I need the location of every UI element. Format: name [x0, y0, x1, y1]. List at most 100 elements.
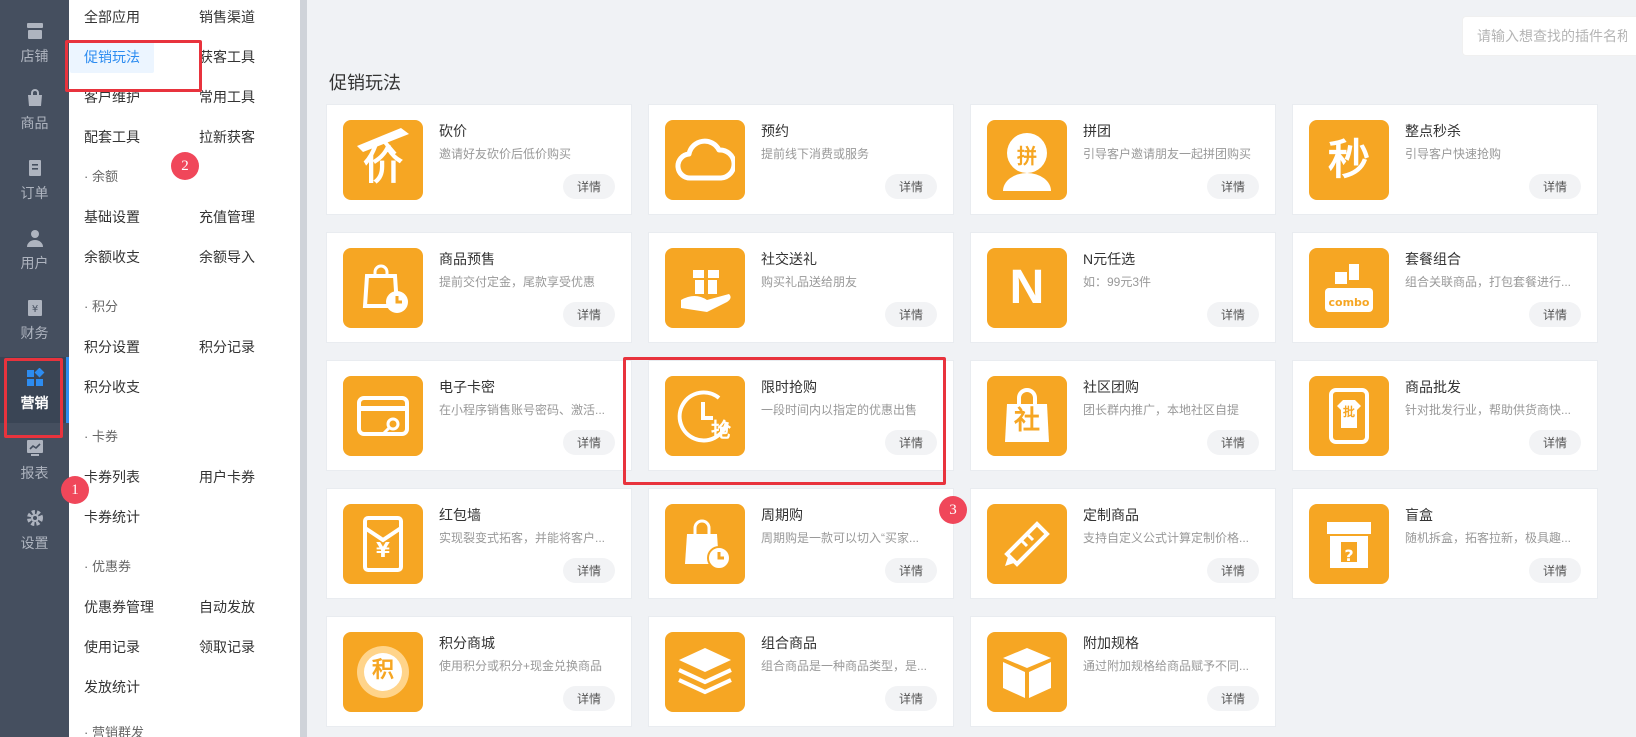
detail-button[interactable]: 详情: [563, 558, 615, 583]
detail-button[interactable]: 详情: [1529, 558, 1581, 583]
submenu-group-cards: · 卡券: [84, 429, 118, 444]
plugin-card-periodic[interactable]: 周期购 周期购是一款可以切入“买家... 详情: [648, 488, 954, 599]
card-title: 商品预售: [439, 251, 495, 267]
card-description: 支持自定义公式计算定制价格...: [1083, 531, 1250, 545]
card-description: 组合商品是一种商品类型，是...: [761, 659, 928, 673]
rail-item-label: 商品: [20, 114, 49, 131]
settings-icon: [25, 508, 45, 528]
detail-button[interactable]: 详情: [885, 302, 937, 327]
plugin-card-social-gift[interactable]: 社交送礼 购买礼品送给朋友 详情: [648, 232, 954, 343]
submenu-item[interactable]: 充值管理: [199, 207, 255, 227]
wholesale-icon: 批: [1309, 376, 1389, 456]
card-title: 社区团购: [1083, 379, 1139, 395]
submenu-item[interactable]: 获客工具: [199, 47, 255, 67]
plugin-card-extra-spec[interactable]: 附加规格 通过附加规格给商品赋予不同... 详情: [970, 616, 1276, 727]
detail-button[interactable]: 详情: [1529, 174, 1581, 199]
card-title: 整点秒杀: [1405, 123, 1461, 139]
detail-button[interactable]: 详情: [1207, 686, 1259, 711]
flash-sale-icon: 秒: [1309, 120, 1389, 200]
rail-item-store[interactable]: 店铺: [0, 10, 69, 76]
submenu-item[interactable]: 用户卡券: [199, 467, 255, 487]
card-key-icon: [343, 376, 423, 456]
card-description: 组合关联商品，打包套餐进行...: [1405, 275, 1572, 289]
submenu-item[interactable]: 配套工具: [84, 127, 140, 147]
detail-button[interactable]: 详情: [885, 686, 937, 711]
submenu-item[interactable]: 积分收支: [84, 377, 140, 397]
submenu-group-coupons: · 优惠券: [84, 559, 131, 574]
submenu-group-points: · 积分: [84, 299, 118, 314]
plugin-card-card-key[interactable]: 电子卡密 在小程序销售账号密码、激活... 详情: [326, 360, 632, 471]
annotation-marker-3: 3: [939, 496, 967, 524]
card-description: 如：99元3件: [1083, 275, 1152, 289]
finance-icon: ¥: [25, 298, 45, 318]
gift-icon: [665, 248, 745, 328]
plugin-card-presale[interactable]: 商品预售 提前交付定金，尾款享受优惠 详情: [326, 232, 632, 343]
plugin-card-n-yuan[interactable]: N N元任选 如：99元3件 详情: [970, 232, 1276, 343]
submenu-item[interactable]: 领取记录: [199, 637, 255, 657]
submenu-item[interactable]: 发放统计: [84, 677, 140, 697]
detail-button[interactable]: 详情: [563, 430, 615, 455]
submenu-item[interactable]: 余额导入: [199, 247, 255, 267]
card-title: 附加规格: [1083, 635, 1139, 651]
card-title: N元任选: [1083, 251, 1136, 267]
submenu-group-mass-marketing: · 营销群发: [84, 725, 144, 737]
detail-button[interactable]: 详情: [1207, 174, 1259, 199]
submenu-item[interactable]: 基础设置: [84, 207, 140, 227]
plugin-card-bargain[interactable]: 价 砍价 邀请好友砍价后低价购买 详情: [326, 104, 632, 215]
submenu-group-balance: · 余额: [84, 169, 118, 184]
detail-button[interactable]: 详情: [563, 174, 615, 199]
card-title: 套餐组合: [1405, 251, 1461, 267]
plugin-card-combo[interactable]: combo 套餐组合 组合关联商品，打包套餐进行... 详情: [1292, 232, 1598, 343]
plugin-card-points-mall[interactable]: 积 积分商城 使用积分或积分+现金兑换商品 详情: [326, 616, 632, 727]
rail-item-settings[interactable]: 设置: [0, 497, 69, 563]
submenu-item[interactable]: 销售渠道: [199, 7, 255, 27]
detail-button[interactable]: 详情: [563, 302, 615, 327]
detail-button[interactable]: 详情: [1207, 558, 1259, 583]
detail-button[interactable]: 详情: [1207, 302, 1259, 327]
rail-item-users[interactable]: 用户: [0, 217, 69, 283]
detail-button[interactable]: 详情: [563, 686, 615, 711]
red-envelope-icon: ¥: [343, 504, 423, 584]
card-description: 购买礼品送给朋友: [761, 275, 858, 289]
detail-button[interactable]: 详情: [1529, 302, 1581, 327]
submenu-item[interactable]: 全部应用: [84, 7, 140, 27]
detail-button[interactable]: 详情: [885, 558, 937, 583]
detail-button[interactable]: 详情: [1207, 430, 1259, 455]
layers-icon: [665, 632, 745, 712]
plugin-card-group-buy[interactable]: 拼 拼团 引导客户邀请朋友一起拼团购买 详情: [970, 104, 1276, 215]
card-description: 实现裂变式拓客，并能将客户...: [439, 531, 606, 545]
submenu-item[interactable]: 积分设置: [84, 337, 140, 357]
submenu-item[interactable]: 卡券列表: [84, 467, 140, 487]
submenu-item[interactable]: 使用记录: [84, 637, 140, 657]
plugin-search-input[interactable]: [1462, 16, 1636, 56]
submenu-item[interactable]: 拉新获客: [199, 127, 255, 147]
user-icon: [25, 228, 45, 248]
submenu-item[interactable]: 积分记录: [199, 337, 255, 357]
rail-item-goods[interactable]: 商品: [0, 77, 69, 143]
card-title: 拼团: [1083, 123, 1111, 139]
plugin-card-flash-sale[interactable]: 秒 整点秒杀 引导客户快速抢购 详情: [1292, 104, 1598, 215]
panel-splitter[interactable]: [300, 0, 307, 737]
submenu-item[interactable]: 卡券统计: [84, 507, 140, 527]
rail-item-label: 财务: [20, 324, 49, 341]
plugin-card-red-envelope[interactable]: ¥ 红包墙 实现裂变式拓客，并能将客户... 详情: [326, 488, 632, 599]
rail-item-finance[interactable]: ¥ 财务: [0, 287, 69, 353]
custom-icon: [987, 504, 1067, 584]
plugin-card-bundle[interactable]: 组合商品 组合商品是一种商品类型，是... 详情: [648, 616, 954, 727]
card-description: 在小程序销售账号密码、激活...: [439, 403, 606, 417]
order-icon: [25, 158, 45, 178]
plugin-card-community[interactable]: 社 社区团购 团长群内推广，本地社区自提 详情: [970, 360, 1276, 471]
submenu-item[interactable]: 优惠券管理: [84, 597, 154, 617]
card-title: 砍价: [439, 123, 467, 139]
plugin-card-wholesale[interactable]: 批 商品批发 针对批发行业，帮助供货商快... 详情: [1292, 360, 1598, 471]
rail-item-orders[interactable]: 订单: [0, 147, 69, 213]
submenu-item[interactable]: 余额收支: [84, 247, 140, 267]
plugin-card-custom[interactable]: 定制商品 支持自定义公式计算定制价格... 详情: [970, 488, 1276, 599]
submenu-item[interactable]: 常用工具: [199, 87, 255, 107]
plugin-card-reservation[interactable]: 预约 提前线下消费或服务 详情: [648, 104, 954, 215]
detail-button[interactable]: 详情: [885, 174, 937, 199]
n-icon: N: [987, 248, 1067, 328]
submenu-item[interactable]: 自动发放: [199, 597, 255, 617]
plugin-card-blind-box[interactable]: ? 盲盒 随机拆盒，拓客拉新，极具趣... 详情: [1292, 488, 1598, 599]
detail-button[interactable]: 详情: [1529, 430, 1581, 455]
